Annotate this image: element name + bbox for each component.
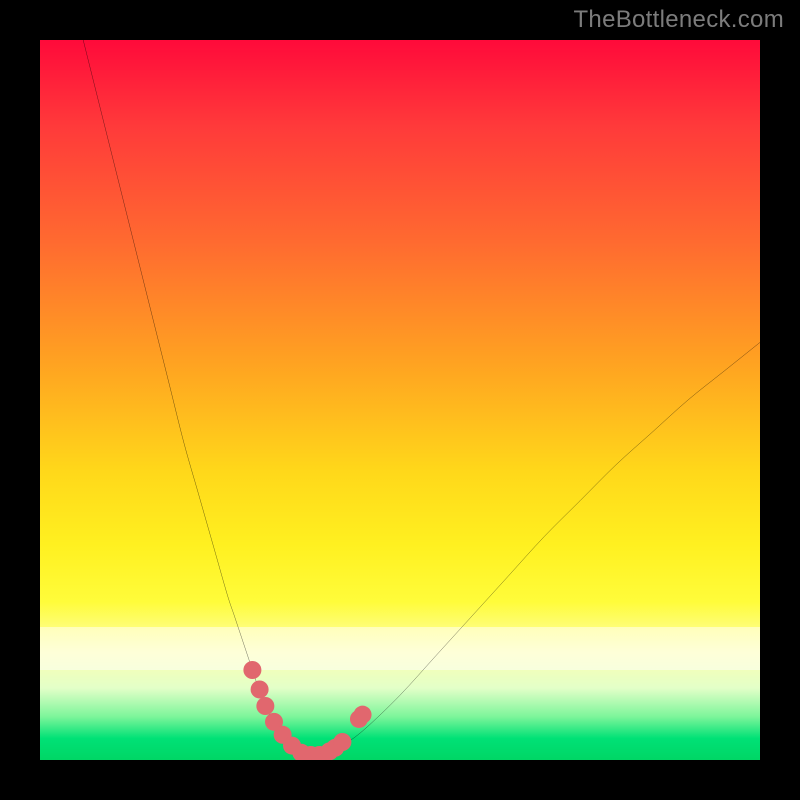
- plot-area: [40, 40, 760, 760]
- watermark-text: TheBottleneck.com: [573, 6, 784, 34]
- chart-svg: [40, 40, 760, 760]
- bottleneck-curve: [83, 40, 760, 756]
- marker-group: [243, 661, 371, 760]
- curve-marker: [251, 680, 269, 698]
- curve-marker: [354, 706, 372, 724]
- curve-marker: [256, 697, 274, 715]
- curve-marker: [243, 661, 261, 679]
- curve-marker: [333, 733, 351, 751]
- chart-frame: TheBottleneck.com: [0, 0, 800, 800]
